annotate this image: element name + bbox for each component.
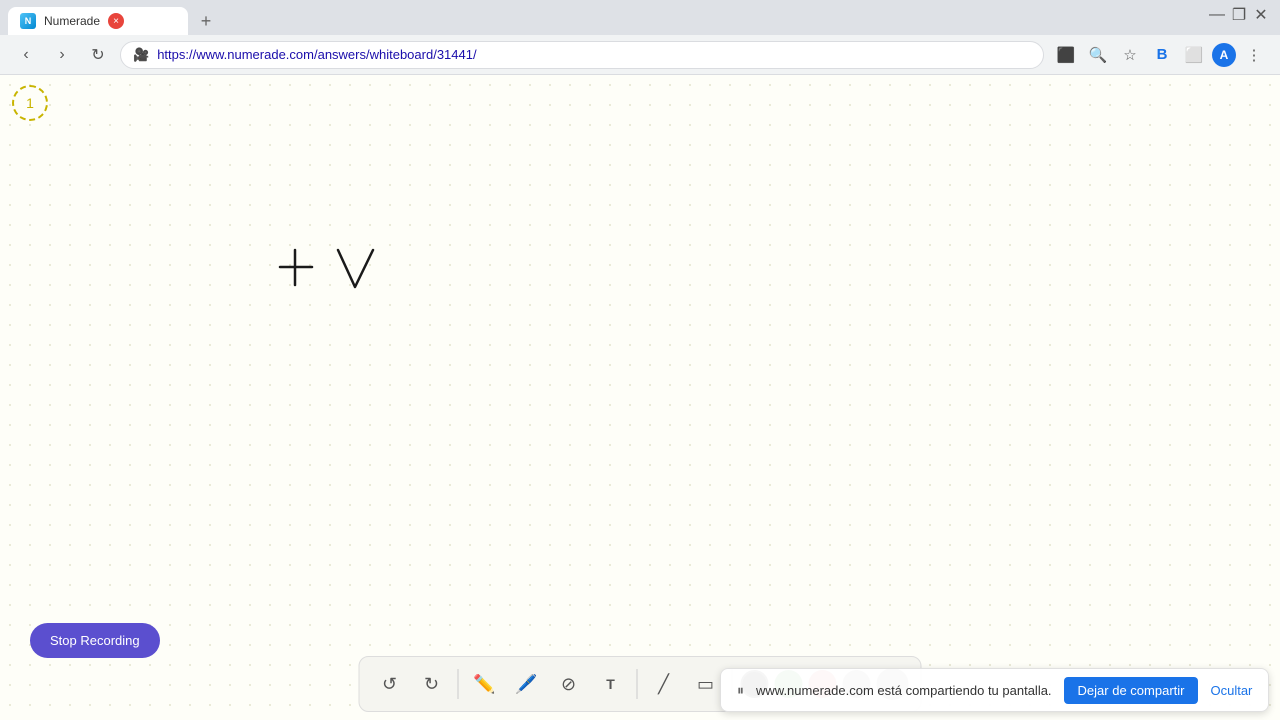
browser-toolbar-icons: ⬛ 🔍 ☆ B ⬜ A ⋮ (1052, 41, 1268, 69)
tab-title: Numerade (44, 14, 100, 28)
redo-button[interactable]: ↻ (414, 666, 450, 702)
minimize-button[interactable]: — (1210, 8, 1224, 22)
reload-button[interactable]: ↻ (84, 41, 112, 69)
stop-recording-button[interactable]: Stop Recording (30, 623, 160, 658)
pen-tool[interactable]: ✏️ (467, 666, 503, 702)
content-area: 1 Stop Recording ↺ ↻ ✏️ 🖊️ ⊘ T (0, 75, 1280, 720)
browser-tab[interactable]: N Numerade × (8, 7, 188, 35)
undo-button[interactable]: ↺ (372, 666, 408, 702)
marker-tool[interactable]: 🖊️ (509, 666, 545, 702)
bookmark-icon[interactable]: ☆ (1116, 41, 1144, 69)
text-tool[interactable]: T (593, 666, 629, 702)
line-tool[interactable]: ╱ (646, 666, 682, 702)
address-bar[interactable]: 🎥 https://www.numerade.com/answers/white… (120, 41, 1044, 69)
tab-close-button[interactable]: × (108, 13, 124, 29)
stop-sharing-button[interactable]: Dejar de compartir (1064, 677, 1199, 704)
tab-favicon: N (20, 13, 36, 29)
browser-window: N Numerade × + — ❐ ✕ ‹ › ↻ 🎥 https://www… (0, 0, 1280, 720)
whiteboard[interactable]: 1 Stop Recording ↺ ↻ ✏️ 🖊️ ⊘ T (0, 75, 1280, 720)
address-bar-row: ‹ › ↻ 🎥 https://www.numerade.com/answers… (0, 35, 1280, 75)
toolbar-separator-1 (458, 669, 459, 699)
menu-icon[interactable]: ⋮ (1240, 41, 1268, 69)
search-icon[interactable]: 🔍 (1084, 41, 1112, 69)
forward-button[interactable]: › (48, 41, 76, 69)
pause-icon: ⏸ (737, 682, 744, 699)
url-text: https://www.numerade.com/answers/whitebo… (157, 47, 476, 62)
rect-tool[interactable]: ▭ (688, 666, 724, 702)
toolbar-separator-2 (637, 669, 638, 699)
sharing-bar: ⏸ www.numerade.com está compartiendo tu … (720, 668, 1269, 712)
close-button[interactable]: ✕ (1254, 8, 1268, 22)
cast-icon[interactable]: ⬜ (1180, 41, 1208, 69)
profile-avatar[interactable]: A (1212, 43, 1236, 67)
new-tab-button[interactable]: + (192, 7, 220, 35)
eraser-tool[interactable]: ⊘ (551, 666, 587, 702)
extensions-icon[interactable]: B (1148, 41, 1176, 69)
back-button[interactable]: ‹ (12, 41, 40, 69)
hide-button[interactable]: Ocultar (1210, 683, 1252, 698)
maximize-button[interactable]: ❐ (1232, 8, 1246, 22)
screenshare-icon[interactable]: ⬛ (1052, 41, 1080, 69)
whiteboard-canvas (0, 75, 1280, 720)
sharing-message: www.numerade.com está compartiendo tu pa… (756, 683, 1052, 698)
